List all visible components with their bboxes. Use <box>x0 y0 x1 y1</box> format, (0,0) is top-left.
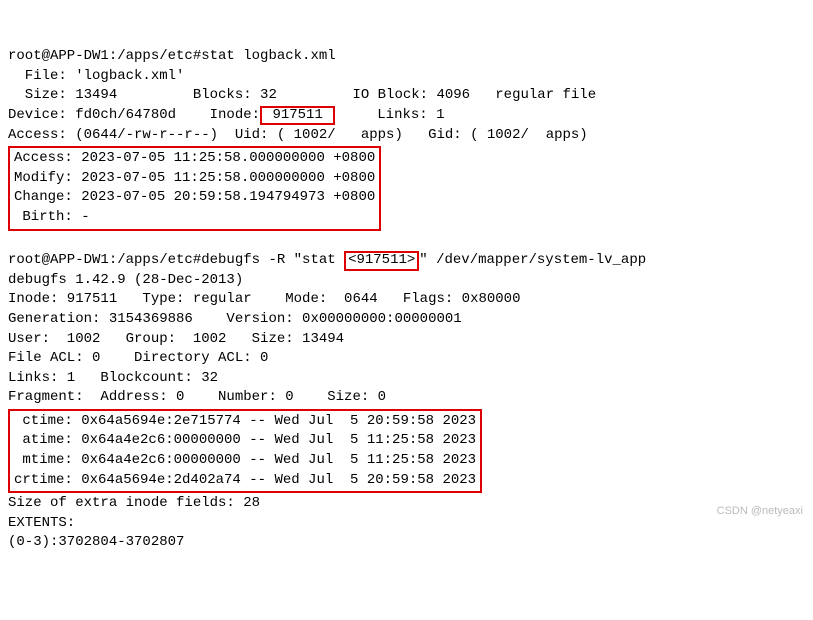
debugfs-inode: Inode: 917511 Type: regular Mode: 0644 F… <box>8 291 520 307</box>
stat-command: root@APP-DW1:/apps/etc#stat logback.xml <box>8 48 336 64</box>
stat-size: Size: 13494 Blocks: 32 IO Block: 4096 re… <box>8 87 596 103</box>
stat-access-perm: Access: (0644/-rw-r--r--) Uid: ( 1002/ a… <box>8 127 588 143</box>
debugfs-times-highlight: ctime: 0x64a5694e:2e715774 -- Wed Jul 5 … <box>8 409 482 493</box>
debugfs-cmd-pre: root@APP-DW1:/apps/etc#debugfs -R "stat <box>8 252 344 268</box>
stat-inode-highlight: 917511 <box>260 106 335 125</box>
watermark: CSDN @netyeaxi <box>717 504 803 519</box>
debugfs-inode-highlight: <917511> <box>344 251 419 270</box>
debugfs-acl: File ACL: 0 Directory ACL: 0 <box>8 350 268 366</box>
debugfs-links: Links: 1 Blockcount: 32 <box>8 370 218 386</box>
debugfs-generation: Generation: 3154369886 Version: 0x000000… <box>8 311 462 327</box>
debugfs-cmd-post: " /dev/mapper/system-lv_app <box>419 252 646 268</box>
debugfs-extents-range: (0-3):3702804-3702807 <box>8 534 184 550</box>
debugfs-fragment: Fragment: Address: 0 Number: 0 Size: 0 <box>8 389 386 405</box>
debugfs-version: debugfs 1.42.9 (28-Dec-2013) <box>8 272 243 288</box>
stat-times-highlight: Access: 2023-07-05 11:25:58.000000000 +0… <box>8 146 381 230</box>
debugfs-user: User: 1002 Group: 1002 Size: 13494 <box>8 331 344 347</box>
debugfs-extra: Size of extra inode fields: 28 <box>8 495 260 511</box>
stat-file: File: 'logback.xml' <box>8 68 184 84</box>
stat-device-post: Links: 1 <box>335 107 444 123</box>
debugfs-extents-label: EXTENTS: <box>8 515 75 531</box>
stat-device-pre: Device: fd0ch/64780d Inode: <box>8 107 260 123</box>
